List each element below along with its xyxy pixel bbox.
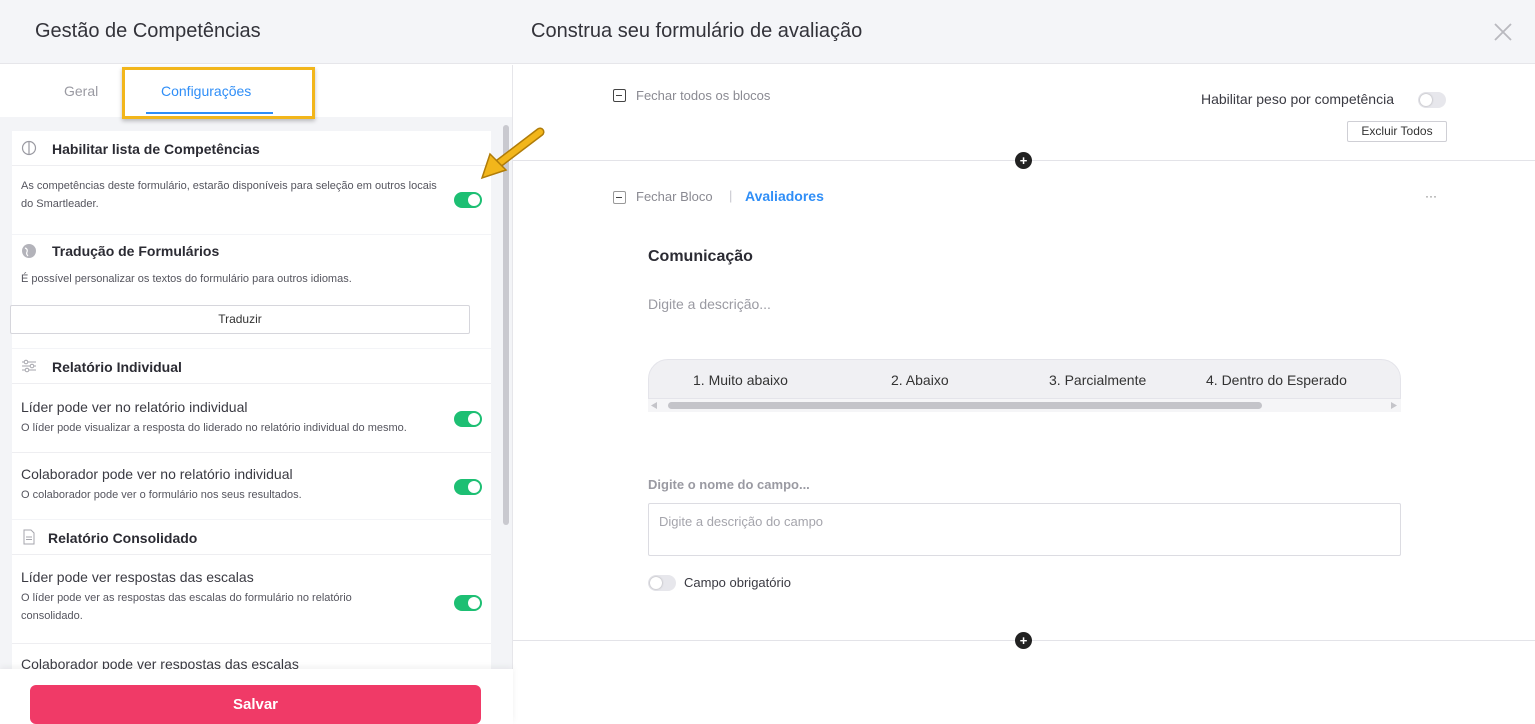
settings-panel: Geral Configurações Habilitar lista de C… — [0, 65, 513, 724]
horizontal-scrollbar[interactable] — [648, 399, 1401, 412]
document-icon — [23, 529, 35, 545]
vertical-scrollbar[interactable] — [503, 125, 509, 525]
tab-bar: Geral Configurações — [0, 65, 512, 119]
scale-option[interactable]: 2. Abaixo — [891, 372, 949, 388]
colaborador-individual-toggle[interactable] — [454, 479, 482, 495]
colaborador-individual-title: Colaborador pode ver no relatório indivi… — [21, 466, 293, 482]
competencias-title: Habilitar lista de Competências — [52, 141, 260, 157]
lider-individual-description: O líder pode visualizar a resposta do li… — [21, 422, 407, 434]
save-button[interactable]: Salvar — [30, 685, 481, 724]
top-bar: Gestão de Competências Construa seu form… — [0, 0, 1535, 64]
globe-icon — [22, 244, 36, 258]
traducao-title: Tradução de Formulários — [52, 243, 220, 259]
relatorio-individual-title: Relatório Individual — [52, 359, 182, 375]
required-field-toggle[interactable] — [648, 575, 676, 591]
competency-name[interactable]: Comunicação — [648, 248, 753, 266]
relatorio-consolidado-title: Relatório Consolidado — [48, 530, 198, 546]
add-block-top-button[interactable]: + — [1015, 152, 1032, 169]
colaborador-individual-description: O colaborador pode ver o formulário nos … — [21, 489, 302, 501]
competency-description-input[interactable]: Digite a descrição... — [648, 296, 771, 312]
traducao-description: É possível personalizar os textos do for… — [21, 273, 352, 285]
collapse-all-icon[interactable] — [613, 89, 626, 102]
close-block-link[interactable]: Fechar Bloco — [636, 189, 713, 204]
lider-individual-toggle[interactable] — [454, 411, 482, 427]
brain-icon — [21, 140, 37, 156]
panel-title: Gestão de Competências — [35, 20, 261, 42]
sliders-icon — [22, 359, 36, 373]
scrollbar-thumb[interactable] — [668, 402, 1262, 409]
scale-option[interactable]: 4. Dentro do Esperado — [1206, 372, 1347, 388]
scale-table: 1. Muito abaixo 2. Abaixo 3. Parcialment… — [648, 359, 1401, 415]
scale-option[interactable]: 1. Muito abaixo — [693, 372, 788, 388]
scale-option[interactable]: 3. Parcialmente — [1049, 372, 1146, 388]
competencias-header: Habilitar lista de Competências — [12, 131, 491, 166]
page-title: Construa seu formulário de avaliação — [531, 20, 863, 42]
relatorio-consolidado-header: Relatório Consolidado — [12, 520, 491, 555]
delete-all-button[interactable]: Excluir Todos — [1347, 121, 1447, 142]
close-icon[interactable] — [1491, 20, 1515, 44]
competencias-toggle[interactable] — [454, 192, 482, 208]
lider-escalas-title: Líder pode ver respostas das escalas — [21, 569, 254, 585]
scroll-right-icon[interactable] — [1391, 402, 1397, 409]
divider — [12, 452, 491, 453]
collapse-block-icon[interactable] — [613, 191, 626, 204]
field-description-placeholder: Digite a descrição do campo — [659, 514, 824, 529]
competencias-description: As competências deste formulário, estarã… — [21, 180, 437, 210]
lider-individual-title: Líder pode ver no relatório individual — [21, 399, 248, 415]
separator: | — [729, 188, 733, 203]
add-block-bottom-button[interactable]: + — [1015, 632, 1032, 649]
form-builder: Fechar todos os blocos Habilitar peso po… — [513, 65, 1535, 724]
close-all-blocks-link[interactable]: Fechar todos os blocos — [636, 88, 770, 103]
divider — [12, 643, 491, 644]
competencias-card: Habilitar lista de Competências As compe… — [12, 131, 491, 234]
enable-weight-label: Habilitar peso por competência — [1201, 91, 1394, 107]
relatorio-individual-header: Relatório Individual — [12, 349, 491, 384]
required-field-label: Campo obrigatório — [684, 575, 791, 590]
scale-header: 1. Muito abaixo 2. Abaixo 3. Parcialment… — [648, 359, 1401, 399]
highlight-box — [122, 67, 315, 119]
evaluators-link[interactable]: Avaliadores — [745, 188, 824, 204]
field-name-input[interactable]: Digite o nome do campo... — [648, 477, 810, 492]
enable-weight-toggle[interactable] — [1418, 92, 1446, 108]
lider-escalas-toggle[interactable] — [454, 595, 482, 611]
lider-escalas-description: O líder pode ver as respostas das escala… — [21, 592, 352, 622]
traduzir-button[interactable]: Traduzir — [10, 305, 470, 334]
scroll-left-icon[interactable] — [651, 402, 657, 409]
tab-geral[interactable]: Geral — [64, 83, 98, 99]
field-description-input[interactable]: Digite a descrição do campo — [648, 503, 1401, 556]
save-footer: Salvar — [0, 669, 513, 724]
relatorio-individual-card: Relatório Individual Líder pode ver no r… — [12, 349, 491, 519]
more-options-icon[interactable]: ··· — [1425, 189, 1437, 203]
